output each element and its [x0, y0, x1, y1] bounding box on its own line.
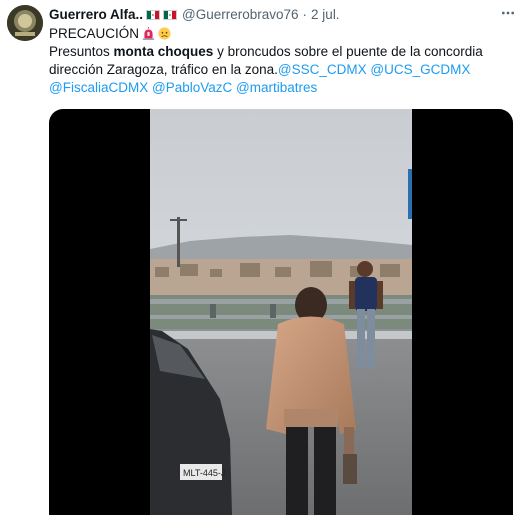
text-fragment: Presuntos: [49, 44, 114, 59]
mention-link[interactable]: @UCS_GCDMX: [370, 62, 470, 77]
text-line-2: Presuntos monta choques y broncudos sobr…: [49, 43, 521, 61]
license-plate-text: MLT-445-J: [183, 468, 225, 478]
mexico-flag-icon: [163, 10, 178, 20]
tweet-header: Guerrero Alfa.. @Guerrerobravo76 · 2 jul…: [49, 6, 491, 24]
mention-link[interactable]: @PabloVazC: [152, 80, 232, 95]
more-options-button[interactable]: [497, 4, 519, 22]
worried-face-icon: [158, 27, 171, 40]
mention-link[interactable]: @SSC_CDMX: [278, 62, 367, 77]
video-player[interactable]: MLT-445-J: [49, 109, 513, 515]
text-line-3: dirección Zaragoza, tráfico en la zona.@…: [49, 61, 521, 79]
tweet-card[interactable]: Guerrero Alfa.. @Guerrerobravo76 · 2 jul…: [0, 0, 531, 515]
timestamp[interactable]: 2 jul.: [311, 6, 340, 24]
text-line-1: PRECAUCIÓN: [49, 25, 521, 43]
user-handle[interactable]: @Guerrerobravo76: [182, 6, 299, 24]
separator-dot: ·: [302, 7, 308, 22]
tweet-text: PRECAUCIÓN Presuntos monta choques y bro…: [49, 25, 521, 97]
mexico-flag-icon: [146, 10, 161, 20]
ellipsis-icon: [502, 11, 514, 15]
display-name[interactable]: Guerrero Alfa..: [49, 6, 143, 24]
mention-link[interactable]: @martibatres: [236, 80, 317, 95]
user-avatar[interactable]: [7, 5, 43, 41]
text-fragment: y broncudos sobre el puente de la concor…: [213, 44, 483, 59]
text-line-4: @FiscaliaCDMX @PabloVazC @martibatres: [49, 79, 521, 97]
video-frame[interactable]: MLT-445-J: [150, 109, 412, 515]
mention-link[interactable]: @FiscaliaCDMX: [49, 80, 148, 95]
bold-text: monta choques: [113, 44, 214, 59]
siren-icon: [142, 27, 155, 40]
text-fragment: dirección Zaragoza, tráfico en la zona.: [49, 62, 278, 77]
precaution-label: PRECAUCIÓN: [49, 26, 140, 41]
